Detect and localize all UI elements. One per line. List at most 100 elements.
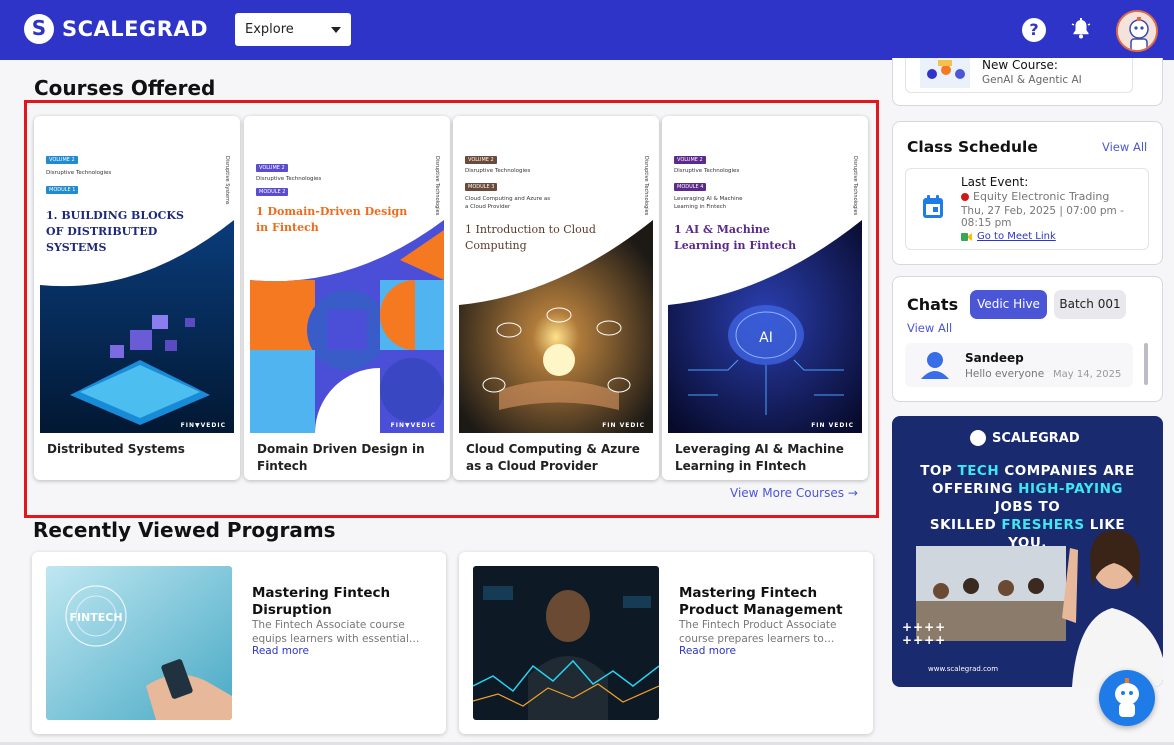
series-label: Disruptive Technologies [46, 170, 112, 176]
explore-label: Explore [245, 22, 294, 37]
course-name: Leveraging AI & Machine Learning in FInt… [675, 442, 844, 473]
module-badge: MODULE 2 [256, 188, 289, 196]
meet-video-icon [961, 232, 972, 241]
meet-link[interactable]: Go to Meet Link [977, 231, 1056, 242]
new-course-panel: New Course: GenAI & Agentic AI [892, 58, 1163, 106]
brand-name: SCALEGRAD [62, 17, 209, 41]
program-title: Mastering Fintech Disruption [252, 585, 391, 618]
explore-dropdown[interactable]: Explore [235, 13, 351, 46]
series-label: Disruptive Technologies [256, 176, 322, 182]
event-status-dot-icon [961, 192, 969, 201]
brand-logo[interactable]: SCALEGRAD [24, 14, 208, 44]
meet-link-row[interactable]: Go to Meet Link [961, 231, 1056, 242]
cloud-hands-art [459, 220, 653, 433]
course-name: Cloud Computing & Azure as a Cloud Provi… [466, 442, 640, 473]
chat-message: Hello everyone [965, 368, 1045, 380]
cover-side-text: Disruptive Technologies [852, 156, 858, 216]
series-label: Disruptive Technologies [465, 168, 531, 174]
program-image [473, 566, 659, 720]
scalegrad-logo-icon [24, 14, 54, 44]
volume-badge: VOLUME 2 [674, 156, 706, 164]
user-avatar[interactable] [1116, 10, 1158, 52]
volume-badge: VOLUME 2 [465, 156, 497, 164]
promo-brand: SCALEGRAD [970, 430, 1080, 446]
cover-side-text: Disruptive Systems [224, 156, 230, 205]
last-event-label: Last Event: [961, 175, 1029, 189]
cover-side-text: Disruptive Technologies [643, 156, 649, 216]
caret-down-icon [331, 26, 341, 33]
read-more-link[interactable]: Read more [679, 645, 736, 657]
publisher-label: FIN VEDIC [811, 422, 854, 429]
chats-title: Chats [907, 295, 959, 314]
course-card[interactable]: VOLUME 2 Disruptive Technologies MODULE … [244, 116, 450, 480]
chat-sender-name: Sandeep [965, 351, 1024, 365]
promo-brand-name: SCALEGRAD [992, 430, 1080, 446]
new-course-name: GenAI & Agentic AI [982, 74, 1082, 86]
module-badge: MODULE 4 [674, 183, 707, 191]
course-cover: VOLUME 2 Disruptive Technologies MODULE … [459, 120, 653, 433]
course-cover: VOLUME 2 Disruptive Technologies MODULE … [40, 120, 234, 433]
module-subtitle: Leveraging AI & Machine Learning in Fint… [674, 196, 743, 210]
new-course-thumbnail [920, 58, 970, 88]
recently-viewed-title: Recently Viewed Programs [33, 518, 336, 542]
fintech-image-text: FINTECH [69, 611, 122, 624]
class-schedule-title: Class Schedule [907, 138, 1038, 156]
geometric-shapes-art [250, 220, 444, 433]
ai-brain-art: AI [668, 220, 862, 433]
course-card[interactable]: VOLUME 2 Disruptive Technologies MODULE … [34, 116, 240, 480]
read-more-link[interactable]: Read more [252, 645, 309, 657]
module-badge: MODULE 1 [46, 186, 79, 194]
program-image: FINTECH [46, 566, 232, 720]
class-schedule-panel: Class Schedule View All Last Event: Equi… [892, 121, 1163, 265]
course-card[interactable]: VOLUME 2 Disruptive Technologies MODULE … [662, 116, 868, 480]
chat-user-avatar-icon [921, 352, 949, 379]
publisher-label: FIN▼VEDIC [180, 422, 226, 429]
new-course-label: New Course: [982, 58, 1058, 72]
publisher-label: FIN VEDIC [602, 422, 645, 429]
help-icon[interactable]: ? [1022, 18, 1046, 42]
course-name: Distributed Systems [47, 442, 185, 456]
courses-offered-title: Courses Offered [34, 76, 216, 100]
program-card[interactable]: Mastering Fintech Product Management The… [459, 552, 873, 734]
calendar-icon [923, 195, 943, 218]
scalegrad-logo-icon [970, 430, 986, 446]
program-description: The Fintech Product Associate course pre… [679, 619, 837, 645]
event-row: Equity Electronic Trading [961, 190, 1109, 203]
program-title: Mastering Fintech Product Management [679, 585, 843, 618]
top-navbar: SCALEGRAD Explore ? [0, 0, 1174, 60]
cover-side-text: Disruptive Technologies [434, 156, 440, 216]
module-badge: MODULE 3 [465, 183, 498, 191]
course-card[interactable]: VOLUME 2 Disruptive Technologies MODULE … [453, 116, 659, 480]
chats-view-all-link[interactable]: View All [907, 321, 952, 335]
promo-banner[interactable]: SCALEGRAD TOP TECH COMPANIES ARE OFFERIN… [892, 416, 1163, 687]
event-time: Thu, 27 Feb, 2025 | 07:00 pm - 08:15 pm [961, 205, 1124, 229]
chatbot-launcher-button[interactable] [1099, 670, 1155, 726]
course-cover: VOLUME 2 Disruptive Technologies MODULE … [668, 120, 862, 433]
ai-label: AI [759, 330, 773, 346]
chat-tab-batch-001[interactable]: Batch 001 [1054, 290, 1126, 319]
program-card[interactable]: FINTECH Mastering Fintech Disruption The… [32, 552, 446, 734]
program-description: The Fintech Associate course equips lear… [252, 619, 420, 645]
notification-bell-icon[interactable] [1069, 17, 1093, 41]
course-cover: VOLUME 2 Disruptive Technologies MODULE … [250, 120, 444, 433]
new-course-card[interactable]: New Course: GenAI & Agentic AI [905, 58, 1133, 93]
last-event-card[interactable]: Last Event: Equity Electronic Trading Th… [905, 168, 1149, 250]
volume-badge: VOLUME 2 [256, 164, 288, 172]
module-subtitle: Cloud Computing and Azure as a Cloud Pro… [465, 196, 551, 210]
plus-grid-decor: ++++ ++++ [902, 620, 947, 647]
schedule-view-all-link[interactable]: View All [1102, 140, 1147, 154]
chat-scrollbar[interactable] [1144, 343, 1148, 385]
event-name: Equity Electronic Trading [973, 190, 1110, 203]
promo-url: www.scalegrad.com [928, 665, 999, 673]
chat-tab-vedic-hive[interactable]: Vedic Hive [970, 290, 1047, 319]
view-more-courses-link[interactable]: View More Courses → [730, 486, 858, 500]
chip-cubes-art [40, 220, 234, 433]
course-name: Domain Driven Design in Fintech [257, 442, 425, 473]
series-label: Disruptive Technologies [674, 168, 740, 174]
promo-person-image [1062, 530, 1163, 687]
publisher-label: FIN▼VEDIC [390, 422, 436, 429]
robot-icon [1115, 678, 1139, 717]
chat-date: May 14, 2025 [1053, 369, 1122, 380]
chat-item[interactable]: Sandeep Hello everyone May 14, 2025 [905, 343, 1133, 387]
volume-badge: VOLUME 2 [46, 156, 78, 164]
